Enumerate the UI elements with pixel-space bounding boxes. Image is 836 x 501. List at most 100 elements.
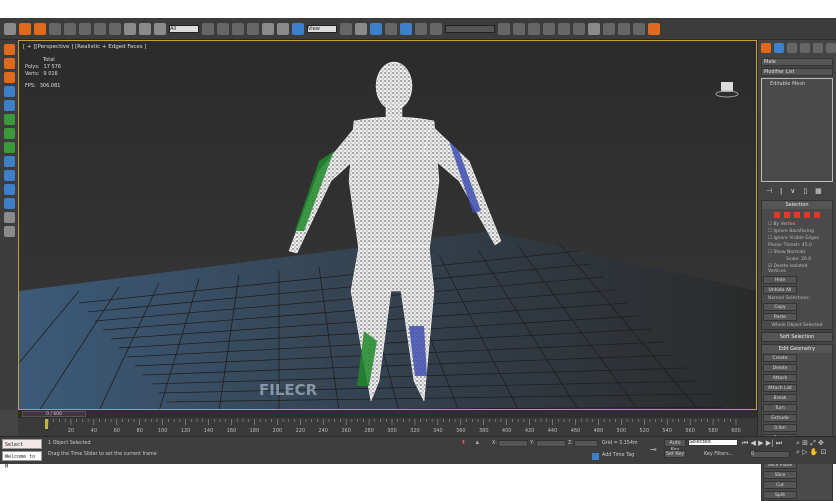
y-coord-field[interactable] <box>536 440 566 447</box>
create-button[interactable]: Create <box>763 354 797 362</box>
align-icon[interactable] <box>513 22 525 35</box>
blue-tool4-icon[interactable] <box>3 198 15 209</box>
ref-coord-dropdown[interactable]: View <box>307 24 337 33</box>
split-checkbox[interactable]: Split <box>763 491 797 499</box>
green-tool-icon[interactable] <box>3 114 15 125</box>
edit-geometry-header[interactable]: Edit Geometry <box>762 345 832 353</box>
green-tool3-icon[interactable] <box>3 142 15 153</box>
create-tab-icon[interactable] <box>761 43 771 53</box>
select-object-icon[interactable] <box>202 22 214 35</box>
extrude-button[interactable]: Extrude <box>763 414 797 422</box>
material-editor-icon[interactable] <box>588 22 600 35</box>
percent-snap-icon[interactable] <box>415 22 427 35</box>
layer-explorer-icon[interactable] <box>528 22 540 35</box>
cut-button[interactable]: Cut <box>763 481 797 489</box>
key-mode-dropdown[interactable]: Selected <box>688 439 738 446</box>
mirror-icon[interactable] <box>498 22 510 35</box>
time-tag-icon[interactable] <box>592 453 599 460</box>
modify-tab-icon[interactable] <box>774 43 784 53</box>
unlink-icon[interactable] <box>139 22 151 35</box>
bind-spacewarp-icon[interactable] <box>154 22 166 35</box>
break-button[interactable]: Break <box>763 394 797 402</box>
paste-button[interactable]: Paste <box>763 313 797 321</box>
blue-tool2-icon[interactable] <box>3 170 15 181</box>
manipulate-icon[interactable] <box>355 22 367 35</box>
named-selection-dropdown[interactable] <box>445 24 495 33</box>
configure-icon[interactable]: ▦ <box>815 187 822 195</box>
element-icon[interactable] <box>814 212 820 218</box>
selection-filter-dropdown[interactable]: All <box>169 24 199 33</box>
material-icon[interactable] <box>79 22 91 35</box>
key-filters-button[interactable]: Key Filters... <box>704 452 733 457</box>
move-icon[interactable] <box>262 22 274 35</box>
create-icon[interactable] <box>3 44 15 55</box>
modifier-list-dropdown[interactable]: Modifier List <box>761 68 833 76</box>
create2-icon[interactable] <box>3 58 15 69</box>
green-tool2-icon[interactable] <box>3 128 15 139</box>
curve-editor-icon[interactable] <box>558 22 570 35</box>
edge-icon[interactable] <box>784 212 790 218</box>
keyboard-shortcut-icon[interactable] <box>370 22 382 35</box>
list-icon[interactable] <box>3 226 15 237</box>
cloud-icon[interactable] <box>3 212 15 223</box>
lock-icon[interactable]: 🔒︎ <box>476 440 479 446</box>
render-setup-icon[interactable] <box>34 22 46 35</box>
ignore-visible-edges-checkbox[interactable]: ☐ Ignore Visible Edges <box>762 235 832 242</box>
viewport-label[interactable]: [ + ][Perspective ] [Realistic + Edged F… <box>23 44 147 50</box>
rotate-icon[interactable] <box>277 22 289 35</box>
scale-icon[interactable] <box>292 22 304 35</box>
window-crossing-icon[interactable] <box>247 22 259 35</box>
link-icon[interactable] <box>124 22 136 35</box>
schematic-icon[interactable] <box>94 22 106 35</box>
isolate-icon[interactable]: ▮ <box>462 440 465 445</box>
rect-selection-icon[interactable] <box>232 22 244 35</box>
timeline-ruler[interactable]: 20 40 60 80 100 120 140 160 180 200 220 240 260 280 30… <box>18 418 757 436</box>
make-unique-icon[interactable]: ∨ <box>790 187 795 195</box>
ignore-backfacing-checkbox[interactable]: ☐ Ignore Backfacing <box>762 228 832 235</box>
turn-button[interactable]: Turn <box>763 404 797 412</box>
unhide-all-button[interactable]: Unhide All <box>763 286 797 294</box>
playback-controls[interactable]: ⏮ ◀ ▶ ▶| ⏭ <box>742 439 782 448</box>
selection-rollout-header[interactable]: Selection <box>762 201 832 209</box>
frame-icon[interactable] <box>109 22 121 35</box>
scale-spinner[interactable]: Scale: 20.0 <box>762 256 832 263</box>
display-tab-icon[interactable] <box>813 43 823 53</box>
add-time-tag[interactable]: Add Time Tag <box>602 453 634 458</box>
maxscript-listener-top[interactable]: Select $Male <box>2 439 42 458</box>
extrude-spinner[interactable]: 0.0m <box>763 424 797 432</box>
create3-icon[interactable] <box>3 72 15 83</box>
delete-isolated-checkbox[interactable]: ☑ Delete Isolated Vertices <box>762 263 832 275</box>
polygon-icon[interactable] <box>804 212 810 218</box>
gear-icon[interactable] <box>49 22 61 35</box>
angle-snap-icon[interactable] <box>400 22 412 35</box>
attach-list-button[interactable]: Attach List <box>763 384 797 392</box>
perspective-viewport[interactable]: [ + ][Perspective ] [Realistic + Edged F… <box>18 40 757 410</box>
maxscript-listener-bottom[interactable]: Welcome to M <box>2 451 42 470</box>
copy-button[interactable]: Copy <box>763 303 797 311</box>
hierarchy-tab-icon[interactable] <box>787 43 797 53</box>
snap-icon[interactable] <box>385 22 397 35</box>
hide-button[interactable]: Hide <box>763 276 797 284</box>
slice-button[interactable]: Slice <box>763 471 797 479</box>
current-frame-marker[interactable] <box>45 419 48 429</box>
viewport-nav-controls[interactable]: ⌕ ⊞ ⤢ ✥ ⌕ ▷ ✋ ⊡ <box>796 439 827 457</box>
teapot-icon[interactable] <box>648 22 660 35</box>
delete-button[interactable]: Delete <box>763 364 797 372</box>
render-icon[interactable] <box>19 22 31 35</box>
soft-selection-rollout[interactable]: Soft Selection <box>762 333 832 341</box>
show-normals-checkbox[interactable]: ☐ Show Normals <box>762 249 832 256</box>
undo-icon[interactable] <box>4 22 16 35</box>
stack-item-editable-mesh[interactable]: Editable Mesh <box>764 81 830 87</box>
pin-stack-icon[interactable]: ⊣ <box>766 187 772 195</box>
remove-modifier-icon[interactable]: ▯ <box>803 187 807 195</box>
face-icon[interactable] <box>794 212 800 218</box>
render-production-icon[interactable] <box>633 22 645 35</box>
tool2-icon[interactable] <box>3 100 15 111</box>
attach-button[interactable]: Attach <box>763 374 797 382</box>
key-icon[interactable]: ⊸ <box>650 445 657 454</box>
rendered-frame-icon[interactable] <box>618 22 630 35</box>
time-slider[interactable]: 0 / 600 <box>18 410 757 418</box>
render-setup2-icon[interactable] <box>603 22 615 35</box>
time-slider-thumb[interactable]: 0 / 600 <box>22 411 86 417</box>
tool-icon[interactable] <box>3 86 15 97</box>
